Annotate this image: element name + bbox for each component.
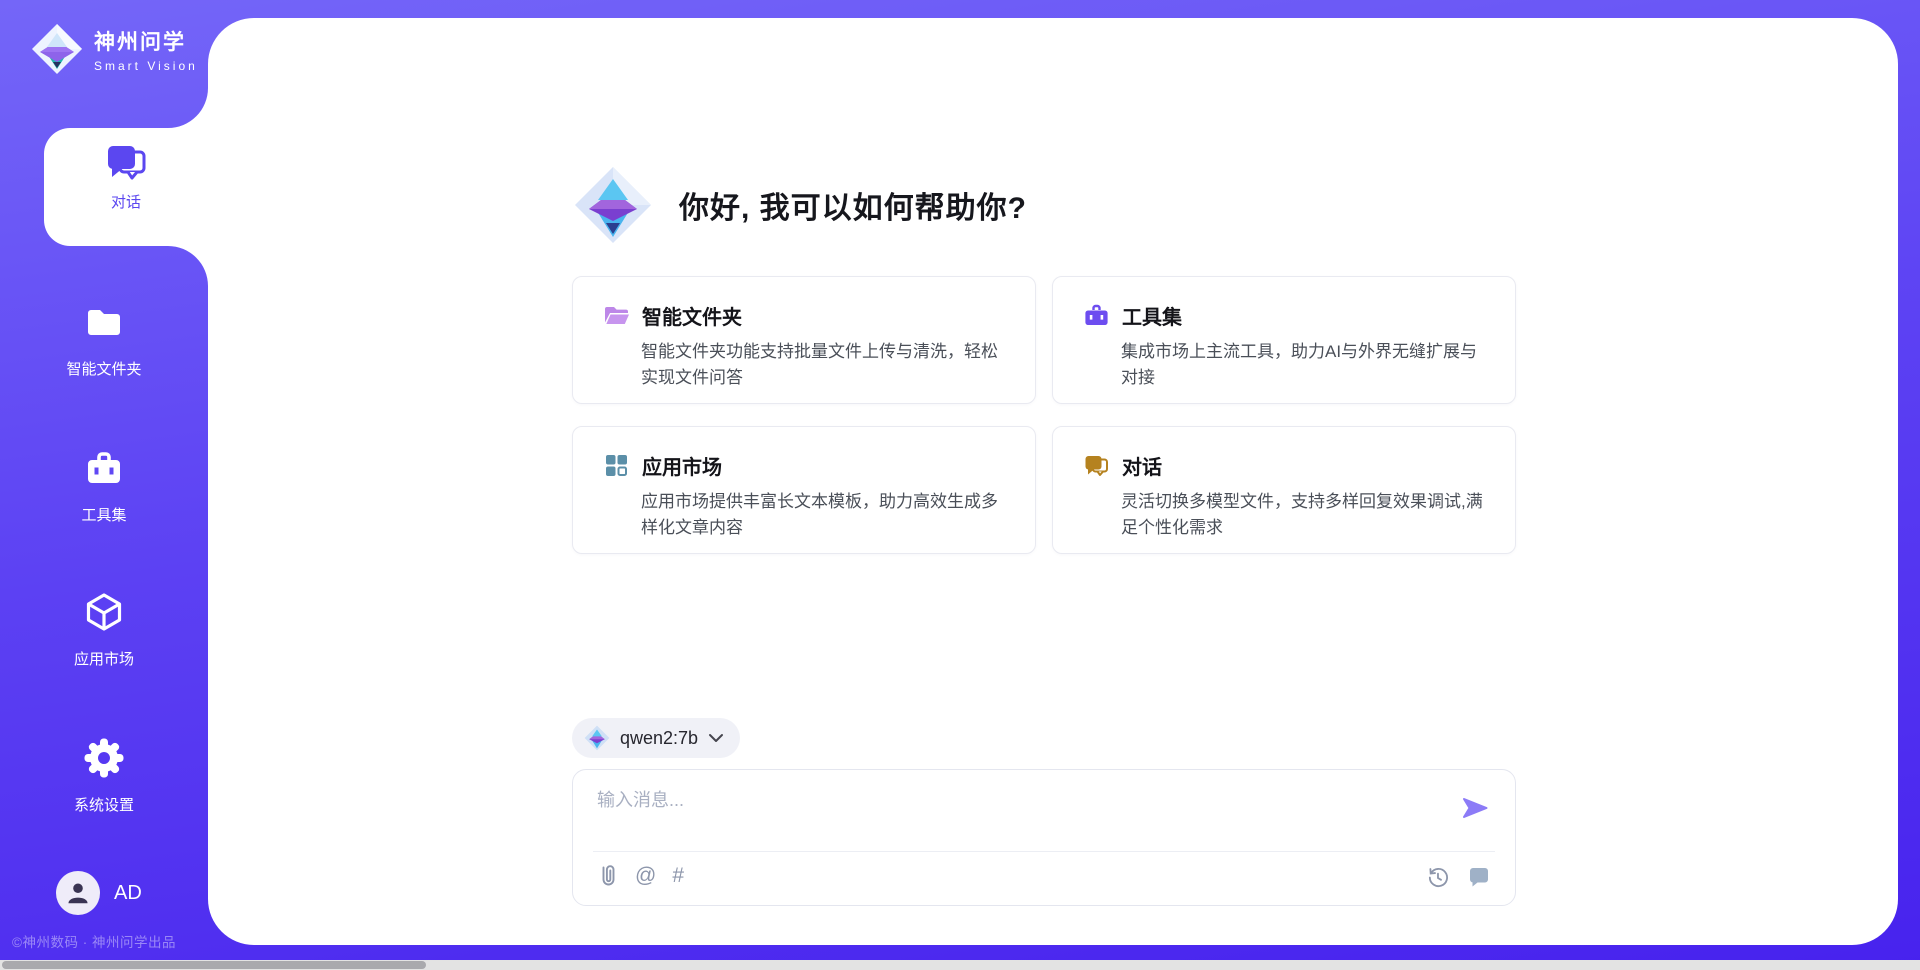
- horizontal-scrollbar-thumb[interactable]: [2, 961, 426, 969]
- sidebar-item-folders[interactable]: 智能文件夹: [0, 300, 208, 379]
- model-name: qwen2:7b: [620, 728, 698, 749]
- brand-subtitle: Smart Vision: [94, 59, 198, 73]
- history-icon: [1426, 866, 1449, 889]
- card-toolset[interactable]: 工具集 集成市场上主流工具，助力AI与外界无缝扩展与对接: [1052, 276, 1516, 404]
- card-description: 智能文件夹功能支持批量文件上传与清洗，轻松实现文件问答: [641, 339, 1011, 391]
- feature-cards: 智能文件夹 智能文件夹功能支持批量文件上传与清洗，轻松实现文件问答 工具集 集成…: [572, 276, 1516, 554]
- card-title: 应用市场: [642, 451, 722, 480]
- assistant-logo-icon: [573, 165, 653, 245]
- greeting-title: 你好, 我可以如何帮助你?: [679, 183, 1027, 227]
- sidebar-item-label: 对话: [44, 191, 208, 212]
- sidebar-item-label: 应用市场: [0, 648, 208, 669]
- sidebar: 神州问学 Smart Vision 对话: [0, 0, 208, 970]
- gear-icon: [82, 736, 126, 780]
- send-icon: [1461, 794, 1489, 822]
- copyright-footer: ©神州数码 · 神州问学出品: [12, 931, 208, 951]
- sidebar-item-market[interactable]: 应用市场: [0, 590, 208, 669]
- feedback-button[interactable]: [1467, 865, 1491, 889]
- briefcase-icon: [82, 446, 126, 490]
- sidebar-item-label: 工具集: [0, 504, 208, 525]
- briefcase-icon: [1083, 302, 1110, 329]
- apps-grid-icon: [603, 452, 630, 479]
- message-composer: @ #: [572, 769, 1516, 906]
- sidebar-item-label: 智能文件夹: [0, 358, 208, 379]
- brand: 神州问学 Smart Vision: [30, 22, 198, 76]
- history-button[interactable]: [1426, 866, 1449, 889]
- sidebar-item-chat[interactable]: 对话: [44, 128, 208, 246]
- card-smart-folder[interactable]: 智能文件夹 智能文件夹功能支持批量文件上传与清洗，轻松实现文件问答: [572, 276, 1036, 404]
- user-profile[interactable]: AD: [56, 871, 142, 915]
- person-icon: [63, 878, 93, 908]
- model-logo-icon: [584, 725, 610, 751]
- card-title: 智能文件夹: [642, 301, 742, 330]
- sidebar-item-settings[interactable]: 系统设置: [0, 736, 208, 815]
- horizontal-scrollbar-track: [0, 960, 1920, 970]
- composer-divider: [593, 851, 1495, 852]
- chat-bubble-icon: [1467, 865, 1491, 889]
- message-input[interactable]: [597, 786, 1437, 842]
- model-selector[interactable]: qwen2:7b: [572, 718, 740, 758]
- card-title: 对话: [1122, 451, 1162, 480]
- chat-bubbles-icon: [1083, 452, 1110, 479]
- card-chat[interactable]: 对话 灵活切换多模型文件，支持多样回复效果调试,满足个性化需求: [1052, 426, 1516, 554]
- chevron-down-icon: [708, 733, 724, 743]
- composer-tools-left: @ #: [597, 863, 684, 889]
- card-description: 集成市场上主流工具，助力AI与外界无缝扩展与对接: [1121, 339, 1491, 391]
- paperclip-icon: [597, 863, 619, 889]
- composer-tools-right: [1426, 865, 1491, 889]
- card-app-market[interactable]: 应用市场 应用市场提供丰富长文本模板，助力高效生成多样化文章内容: [572, 426, 1036, 554]
- sidebar-item-tools[interactable]: 工具集: [0, 446, 208, 525]
- topic-button[interactable]: #: [672, 863, 684, 889]
- brand-logo-icon: [30, 22, 84, 76]
- hero: 你好, 我可以如何帮助你?: [573, 165, 1027, 245]
- card-description: 灵活切换多模型文件，支持多样回复效果调试,满足个性化需求: [1121, 489, 1491, 541]
- chat-icon: [104, 140, 148, 184]
- send-button[interactable]: [1461, 794, 1489, 827]
- sidebar-item-label: 系统设置: [0, 794, 208, 815]
- brand-name: 神州问学: [94, 26, 198, 56]
- folder-open-icon: [603, 302, 630, 329]
- card-description: 应用市场提供丰富长文本模板，助力高效生成多样化文章内容: [641, 489, 1011, 541]
- avatar: [56, 871, 100, 915]
- attach-button[interactable]: [597, 863, 619, 889]
- card-title: 工具集: [1122, 301, 1182, 330]
- folder-icon: [82, 300, 126, 344]
- cube-icon: [82, 590, 126, 634]
- user-initials: AD: [114, 882, 142, 905]
- mention-button[interactable]: @: [635, 863, 656, 889]
